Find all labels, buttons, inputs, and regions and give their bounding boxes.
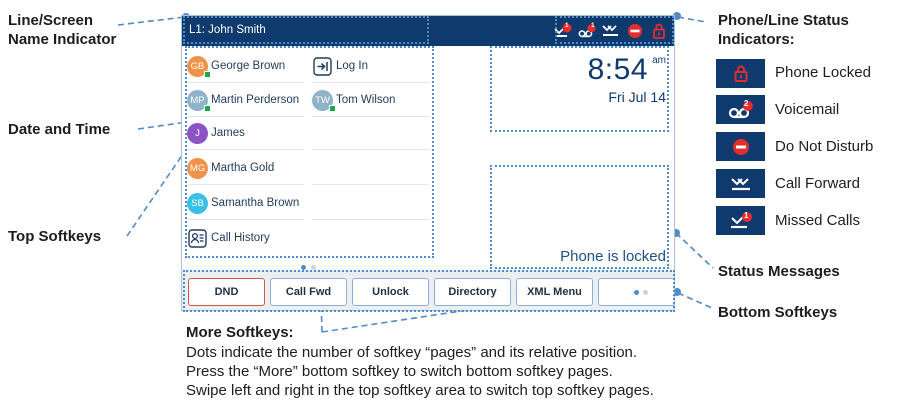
more-softkeys-desc-3: Swipe left and right in the top softkey … xyxy=(186,382,654,399)
bottom-softkeys-region xyxy=(183,270,675,312)
leader-line-top-softkeys xyxy=(126,150,186,237)
leader-line-status-indicators xyxy=(677,16,707,23)
legend-missed-calls-icon: 1 xyxy=(716,206,765,235)
legend-missed-calls-badge: 1 xyxy=(744,211,749,220)
callout-date-time: Date and Time xyxy=(8,121,111,138)
more-softkeys-desc-1: Dots indicate the number of softkey “pag… xyxy=(186,344,638,361)
leader-line-bottom-softkeys xyxy=(677,292,713,309)
callout-status-indicators-1: Phone/Line Status xyxy=(718,12,849,29)
legend-label-phone-locked: Phone Locked xyxy=(775,64,871,81)
callout-status-messages: Status Messages xyxy=(718,263,840,280)
legend-voicemail-badge: 2 xyxy=(744,99,749,108)
callout-top-softkeys: Top Softkeys xyxy=(8,228,102,245)
more-softkeys-desc-2: Press the “More” bottom softkey to switc… xyxy=(186,363,613,380)
legend-lock-icon xyxy=(716,59,765,88)
legend-label-voicemail: Voicemail xyxy=(775,101,840,118)
callout-line-screen-name: Line/Screen Name Indicator xyxy=(8,11,116,49)
callout-bottom-softkeys: Bottom Softkeys xyxy=(718,304,838,321)
legend-label-missed-calls: Missed Calls xyxy=(775,212,861,229)
top-softkeys-region xyxy=(185,46,434,258)
line-name-region xyxy=(183,16,429,44)
legend-voicemail-icon: 2 xyxy=(716,95,765,124)
callout-more-softkeys: More Softkeys: xyxy=(186,324,294,341)
callout-line-screen-name-1: Line/Screen xyxy=(8,12,94,29)
callout-status-indicators: Phone/Line Status Indicators: xyxy=(718,11,849,49)
legend-call-forward-icon xyxy=(716,169,765,198)
legend-label-do-not-disturb: Do Not Disturb xyxy=(775,138,874,155)
status-messages-region xyxy=(490,165,669,269)
status-indicators-region xyxy=(555,16,674,44)
date-time-region xyxy=(490,46,669,132)
leader-line-screen-name xyxy=(117,16,186,26)
callout-status-indicators-2: Indicators: xyxy=(718,31,795,48)
legend-label-call-forward: Call Forward xyxy=(775,175,861,192)
leader-line-status-messages xyxy=(675,232,714,269)
legend-do-not-disturb-icon xyxy=(716,132,765,161)
callout-line-screen-name-2: Name Indicator xyxy=(8,31,117,48)
